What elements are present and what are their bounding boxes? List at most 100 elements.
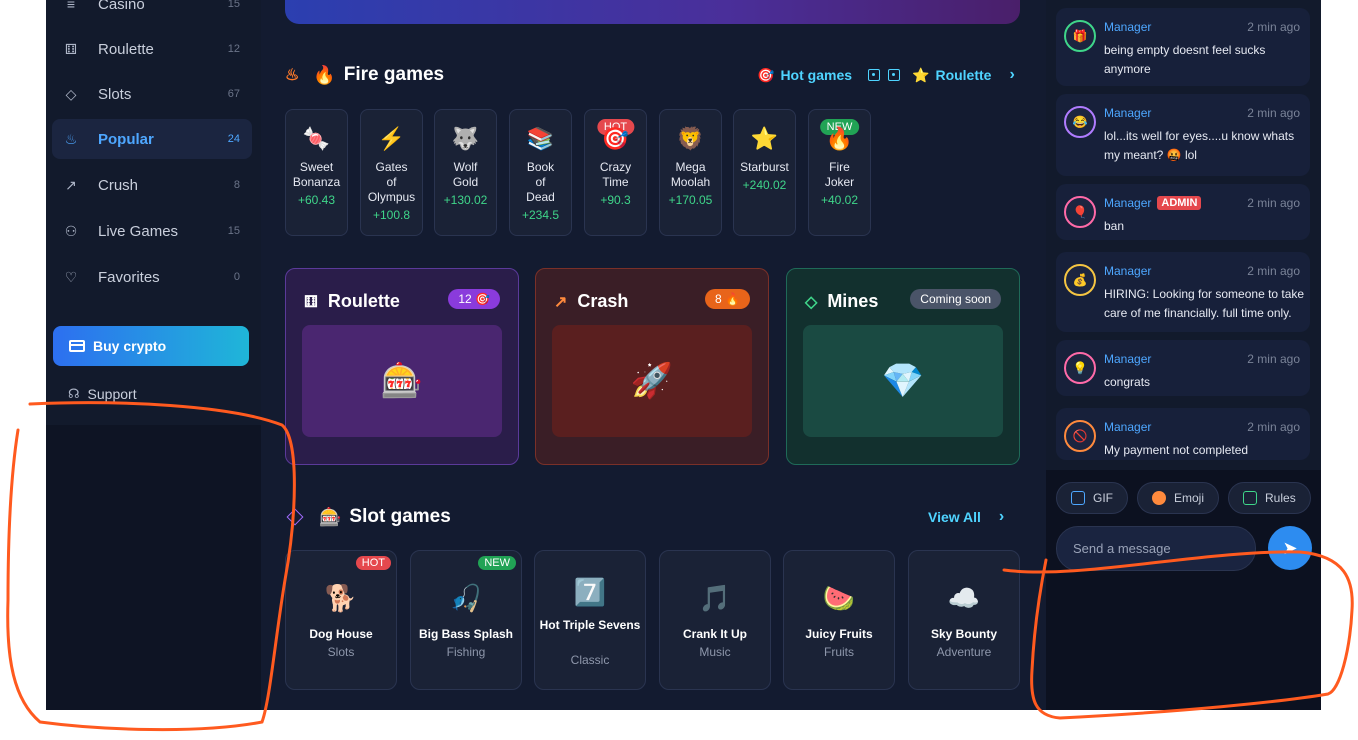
mode-title: Roulette [327, 291, 400, 311]
mode-count-badge: 8 🔥 [705, 289, 750, 309]
sidebar-item-count: 67 [227, 88, 240, 100]
message-time: 2 min ago [1247, 196, 1300, 210]
game-category: Adventure [936, 645, 992, 659]
message-input[interactable] [1056, 526, 1256, 571]
chat-message: 😂 Manager 2 min ago lol...its well for eyes… [1056, 94, 1310, 176]
buy-crypto-label: Buy crypto [93, 338, 167, 354]
game-icon: 🐕 [324, 583, 358, 613]
dice-icon[interactable] [888, 69, 901, 81]
message-author[interactable]: Manager [1104, 20, 1151, 34]
message-time: 2 min ago [1247, 420, 1300, 434]
game-name: Crazy Time [599, 160, 632, 189]
tab-hot-games[interactable]: 🎯 Hot games [757, 67, 852, 84]
game-win-value: +170.05 [668, 193, 713, 207]
slot-game-card[interactable]: ☁️ Sky Bounty Adventure [908, 550, 1020, 690]
game-win-value: +234.5 [521, 208, 560, 222]
tab-label: Roulette [935, 67, 992, 83]
message-author[interactable]: Manager [1104, 420, 1151, 434]
message-header: Manager [1104, 264, 1151, 278]
rules-button[interactable]: Rules [1228, 482, 1311, 514]
avatar[interactable]: 🎈 [1064, 196, 1096, 228]
message-author[interactable]: Manager [1104, 352, 1151, 366]
mines-mode-card[interactable]: ◇ Mines Coming soon 💎 [786, 268, 1020, 465]
game-name-block: Book of Dead +234.5 [512, 160, 569, 223]
slot-game-card[interactable]: 🍉 Juicy Fruits Fruits [783, 550, 895, 690]
slot-machine-icon: 🎰 [302, 325, 502, 437]
chevron-right-icon[interactable]: › [1009, 66, 1014, 84]
crash-mode-card[interactable]: ↗ Crash 8 🔥 🚀 [535, 268, 769, 465]
gem-icon: 💎 [803, 325, 1003, 437]
avatar[interactable]: 🚫 [1064, 420, 1096, 452]
tab-label: Hot games [780, 67, 853, 83]
slot-game-card[interactable]: 7️⃣ Hot Triple Sevens Classic [534, 550, 646, 690]
sidebar-item-count: 15 [227, 0, 240, 10]
slot-game-card[interactable]: NEW 🎣 Big Bass Splash Fishing [410, 550, 522, 690]
chat-message: 💡 Manager 2 min ago congrats [1056, 340, 1310, 396]
view-all-label: View All [928, 509, 981, 525]
avatar[interactable]: 😂 [1064, 106, 1096, 138]
fire-game-card[interactable]: 🐺 Wolf Gold +130.02 [434, 109, 497, 236]
dice-icon[interactable] [868, 69, 881, 81]
fire-game-card[interactable]: HOT 🎯 Crazy Time +90.3 [584, 109, 647, 236]
game-name: Crank It Up [682, 627, 747, 641]
slot-game-card[interactable]: HOT 🐕 Dog House Slots [285, 550, 397, 690]
avatar[interactable]: 🎁 [1064, 20, 1096, 52]
tab-roulette[interactable]: ⭐ Roulette [912, 67, 991, 84]
headset-icon: ☊ [68, 386, 80, 401]
sidebar-item-crush[interactable]: ↗ Crush 8 [52, 165, 252, 205]
avatar[interactable]: 💰 [1064, 264, 1096, 296]
fire-game-card[interactable]: 🍬 Sweet Bonanza +60.43 [285, 109, 348, 236]
sidebar-item-count: 8 [233, 179, 240, 191]
game-name-block: Wolf Gold +130.02 [437, 160, 494, 208]
promo-banner[interactable] [285, 0, 1020, 24]
chevron-right-icon: › [998, 508, 1005, 525]
message-author[interactable]: Manager [1104, 264, 1151, 278]
mode-count-badge: 12 🎯 [448, 289, 500, 309]
view-all-link[interactable]: View All › [928, 508, 1004, 526]
sidebar-item-popular[interactable]: ♨ Popular 24 [52, 119, 252, 159]
tool-label: GIF [1093, 491, 1113, 505]
game-name: Sky Bounty [930, 627, 997, 641]
game-icon: 🦁 [676, 126, 705, 151]
sidebar-item-count: 12 [227, 43, 240, 55]
message-header: Manager ADMIN [1104, 196, 1202, 210]
mode-card-header: ◇ Mines [805, 291, 878, 312]
heart-icon: ♡ [64, 268, 78, 285]
sidebar-item-live-games[interactable]: ⚇ Live Games 15 [52, 211, 252, 251]
chat-panel: 🎁 Manager 2 min ago being empty doesnt feel… [1046, 0, 1321, 710]
fire-game-card[interactable]: 📚 Book of Dead +234.5 [509, 109, 572, 236]
chat-message-list[interactable]: 🎁 Manager 2 min ago being empty doesnt feel… [1046, 0, 1321, 470]
game-name-block: Mega Moolah +170.05 [662, 160, 719, 208]
send-button[interactable]: ➤ [1268, 526, 1312, 570]
roulette-mode-card[interactable]: ⚅ Roulette 12 🎯 🎰 [285, 268, 519, 465]
emoji-button[interactable]: Emoji [1137, 482, 1220, 514]
game-name-block: Gates of Olympus +100.8 [363, 160, 420, 223]
fire-game-card[interactable]: ⚡ Gates of Olympus +100.8 [360, 109, 423, 236]
sidebar: ≡ Casino 15 ⚅ Roulette 12 ◇ Slots 67 ♨ P… [46, 0, 261, 710]
mode-card-header: ↗ Crash [554, 291, 628, 312]
game-icon: 7️⃣ [573, 577, 607, 607]
game-icon: 🍉 [822, 583, 856, 613]
message-author[interactable]: Manager [1104, 106, 1151, 120]
gif-button[interactable]: GIF [1056, 482, 1128, 514]
sidebar-item-label: Popular [98, 130, 154, 148]
message-time: 2 min ago [1247, 352, 1300, 366]
message-author[interactable]: Manager [1104, 196, 1151, 210]
fire-game-card[interactable]: ⭐ Starburst +240.02 [733, 109, 796, 236]
sidebar-item-casino[interactable]: ≡ Casino 15 [52, 0, 252, 24]
message-text: My payment not completed [1104, 443, 1249, 457]
chat-message: 🎈 Manager ADMIN 2 min ago ban [1056, 184, 1310, 240]
avatar[interactable]: 💡 [1064, 352, 1096, 384]
fire-games-heading: ♨ 🔥 Fire games [285, 64, 444, 86]
slot-game-card[interactable]: 🎵 Crank It Up Music [659, 550, 771, 690]
support-link[interactable]: ☊ Support [68, 386, 137, 402]
buy-crypto-button[interactable]: Buy crypto [53, 326, 249, 366]
target-icon: 🎯 [757, 66, 775, 83]
sidebar-item-favorites[interactable]: ♡ Favorites 0 [52, 257, 252, 297]
users-icon: ⚇ [64, 222, 78, 239]
fire-game-card[interactable]: 🦁 Mega Moolah +170.05 [659, 109, 722, 236]
admin-badge: ADMIN [1157, 196, 1202, 210]
sidebar-item-slots[interactable]: ◇ Slots 67 [52, 74, 252, 114]
sidebar-item-roulette[interactable]: ⚅ Roulette 12 [52, 29, 252, 69]
fire-game-card[interactable]: NEW 🔥 Fire Joker +40.02 [808, 109, 871, 236]
